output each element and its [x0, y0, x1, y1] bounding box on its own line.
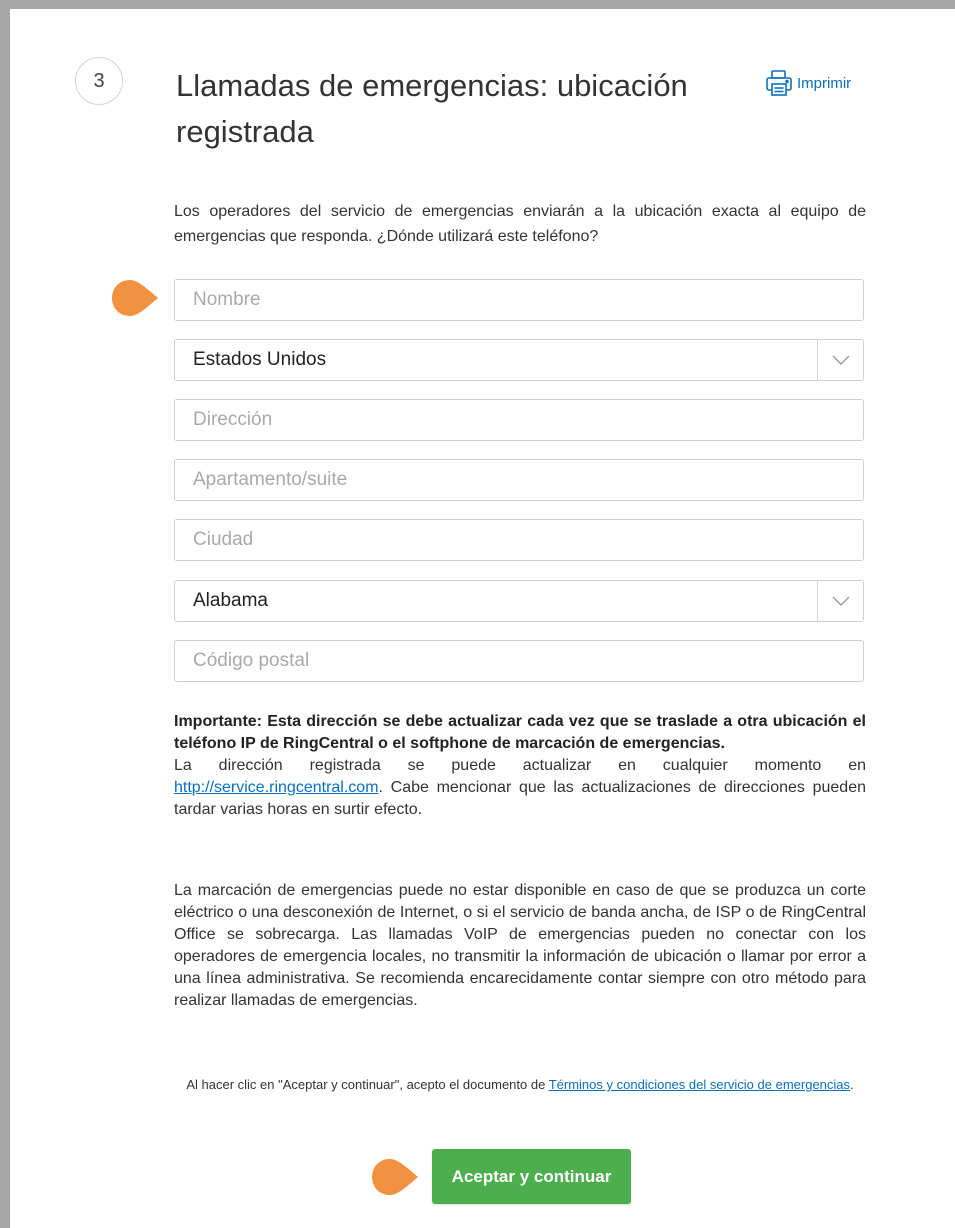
- chevron-down-icon[interactable]: [817, 340, 863, 380]
- accept-and-continue-button[interactable]: Aceptar y continuar: [432, 1149, 631, 1204]
- apartment-field[interactable]: [174, 459, 864, 501]
- terms-notice: Al hacer clic en "Aceptar y continuar", …: [174, 1074, 866, 1096]
- chevron-down-icon[interactable]: [817, 581, 863, 621]
- service-ringcentral-link[interactable]: http://service.ringcentral.com: [174, 779, 379, 796]
- step-number-badge: 3: [75, 57, 123, 105]
- terms-and-conditions-link[interactable]: Términos y condiciones del servicio de e…: [549, 1077, 850, 1092]
- city-field[interactable]: [174, 519, 864, 561]
- address-update-note: La dirección registrada se puede actuali…: [174, 755, 866, 821]
- zip-code-field[interactable]: [174, 640, 864, 682]
- print-link[interactable]: Imprimir: [764, 68, 851, 98]
- name-input[interactable]: [175, 280, 863, 320]
- terms-text-before: Al hacer clic en "Aceptar y continuar", …: [186, 1077, 549, 1092]
- update-text-before: La dirección registrada se puede actuali…: [174, 757, 866, 774]
- pointer-marker-icon: [372, 1159, 418, 1195]
- terms-text-after: .: [850, 1077, 854, 1092]
- state-select[interactable]: Alabama: [174, 580, 864, 622]
- country-select[interactable]: Estados Unidos: [174, 339, 864, 381]
- page-title: Llamadas de emergencias: ubicación regis…: [176, 68, 688, 149]
- address-field[interactable]: [174, 399, 864, 441]
- emergency-dialing-disclaimer: La marcación de emergencias puede no est…: [174, 882, 866, 1009]
- city-input[interactable]: [175, 520, 863, 560]
- important-notice: Importante: Esta dirección se debe actua…: [174, 711, 866, 821]
- window-frame-top: [0, 0, 955, 9]
- instructions-text: Los operadores del servicio de emergenci…: [174, 203, 866, 245]
- print-label: Imprimir: [797, 74, 852, 92]
- printer-icon: [764, 68, 794, 98]
- name-field[interactable]: [174, 279, 864, 321]
- country-selected-value: Estados Unidos: [193, 349, 327, 370]
- address-input[interactable]: [175, 400, 863, 440]
- state-selected-value: Alabama: [193, 590, 268, 611]
- pointer-marker-icon: [112, 280, 158, 316]
- important-warning: Importante: Esta dirección se debe actua…: [174, 713, 866, 752]
- zip-code-input[interactable]: [175, 641, 863, 681]
- window-frame-left: [0, 0, 10, 1228]
- apartment-input[interactable]: [175, 460, 863, 500]
